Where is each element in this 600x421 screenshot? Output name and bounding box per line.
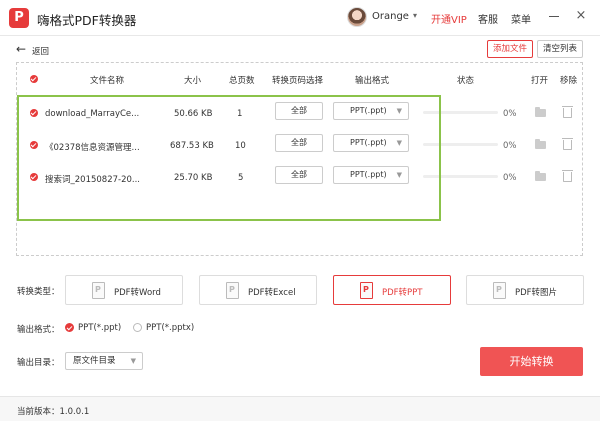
column-header-remove: 移除: [560, 76, 578, 86]
file-icon: [226, 282, 239, 299]
close-icon[interactable]: ×: [574, 9, 588, 23]
open-vip-link[interactable]: 开通VIP: [431, 11, 467, 26]
column-header-status: 状态: [457, 76, 475, 86]
clear-list-button[interactable]: 清空列表: [537, 40, 583, 58]
user-name[interactable]: Orange: [372, 11, 409, 22]
folder-icon[interactable]: [535, 139, 546, 149]
trash-icon[interactable]: [562, 138, 573, 150]
conversion-type-label: 转换类型：: [17, 287, 60, 297]
progress-percent: 0%: [503, 141, 517, 151]
output-directory-value: 原文件目录: [73, 356, 116, 366]
file-icon: [493, 282, 506, 299]
file-icon: [360, 282, 373, 299]
pdf-to-excel-button[interactable]: PDF转Excel: [199, 275, 317, 305]
trash-icon[interactable]: [562, 106, 573, 118]
add-file-button[interactable]: 添加文件: [487, 40, 533, 58]
back-arrow-icon[interactable]: ←: [16, 43, 26, 55]
pdf-to-ppt-button[interactable]: PDF转PPT: [333, 275, 451, 305]
column-header-name: 文件名称: [90, 76, 125, 86]
start-conversion-button[interactable]: 开始转换: [480, 347, 583, 376]
output-format-label: 输出格式：: [17, 325, 60, 335]
folder-icon[interactable]: [535, 171, 546, 181]
app-logo-icon: P: [9, 8, 29, 28]
customer-service-link[interactable]: 客服: [478, 11, 498, 26]
format-pptx-radio[interactable]: [133, 323, 142, 332]
version-label: 当前版本：1.0.0.1: [17, 407, 90, 417]
column-header-format: 输出格式: [355, 76, 390, 86]
folder-icon[interactable]: [535, 107, 546, 117]
app-title: 嗨格式PDF转换器: [37, 13, 137, 28]
title-bar: P 嗨格式PDF转换器 Orange ▾ 开通VIP 客服 菜单 ×: [0, 0, 600, 36]
minimize-icon[interactable]: [547, 9, 561, 23]
column-header-size: 大小: [184, 76, 202, 86]
output-directory-select[interactable]: 原文件目录 ▼: [65, 352, 143, 370]
column-header-range: 转换页码选择: [272, 76, 324, 86]
select-all-checkbox[interactable]: [30, 75, 38, 83]
progress-percent: 0%: [503, 173, 517, 183]
conversion-type-text: PDF转Word: [114, 288, 161, 298]
column-header-open: 打开: [531, 76, 549, 86]
progress-percent: 0%: [503, 109, 517, 119]
conversion-type-text: PDF转图片: [515, 288, 558, 298]
format-ppt-radio[interactable]: [65, 323, 74, 332]
chevron-down-icon: ▼: [130, 357, 136, 365]
pdf-to-word-button[interactable]: PDF转Word: [65, 275, 183, 305]
format-ppt-label[interactable]: PPT(*.ppt): [78, 323, 121, 333]
trash-icon[interactable]: [562, 170, 573, 182]
user-avatar[interactable]: [347, 7, 367, 27]
conversion-type-text: PDF转Excel: [248, 288, 296, 298]
conversion-type-text: PDF转PPT: [382, 288, 423, 298]
selection-highlight: [17, 95, 441, 221]
pdf-to-image-button[interactable]: PDF转图片: [466, 275, 584, 305]
menu-link[interactable]: 菜单: [511, 11, 531, 26]
back-link[interactable]: 返回: [32, 45, 49, 57]
status-bar: 当前版本：1.0.0.1: [0, 396, 600, 421]
file-icon: [92, 282, 105, 299]
table-header: 文件名称 大小 总页数 转换页码选择 输出格式 状态 打开 移除: [17, 68, 582, 88]
output-directory-label: 输出目录：: [17, 358, 60, 368]
chevron-down-icon[interactable]: ▾: [413, 11, 417, 20]
format-pptx-label[interactable]: PPT(*.pptx): [146, 323, 194, 333]
column-header-pages: 总页数: [229, 76, 255, 86]
